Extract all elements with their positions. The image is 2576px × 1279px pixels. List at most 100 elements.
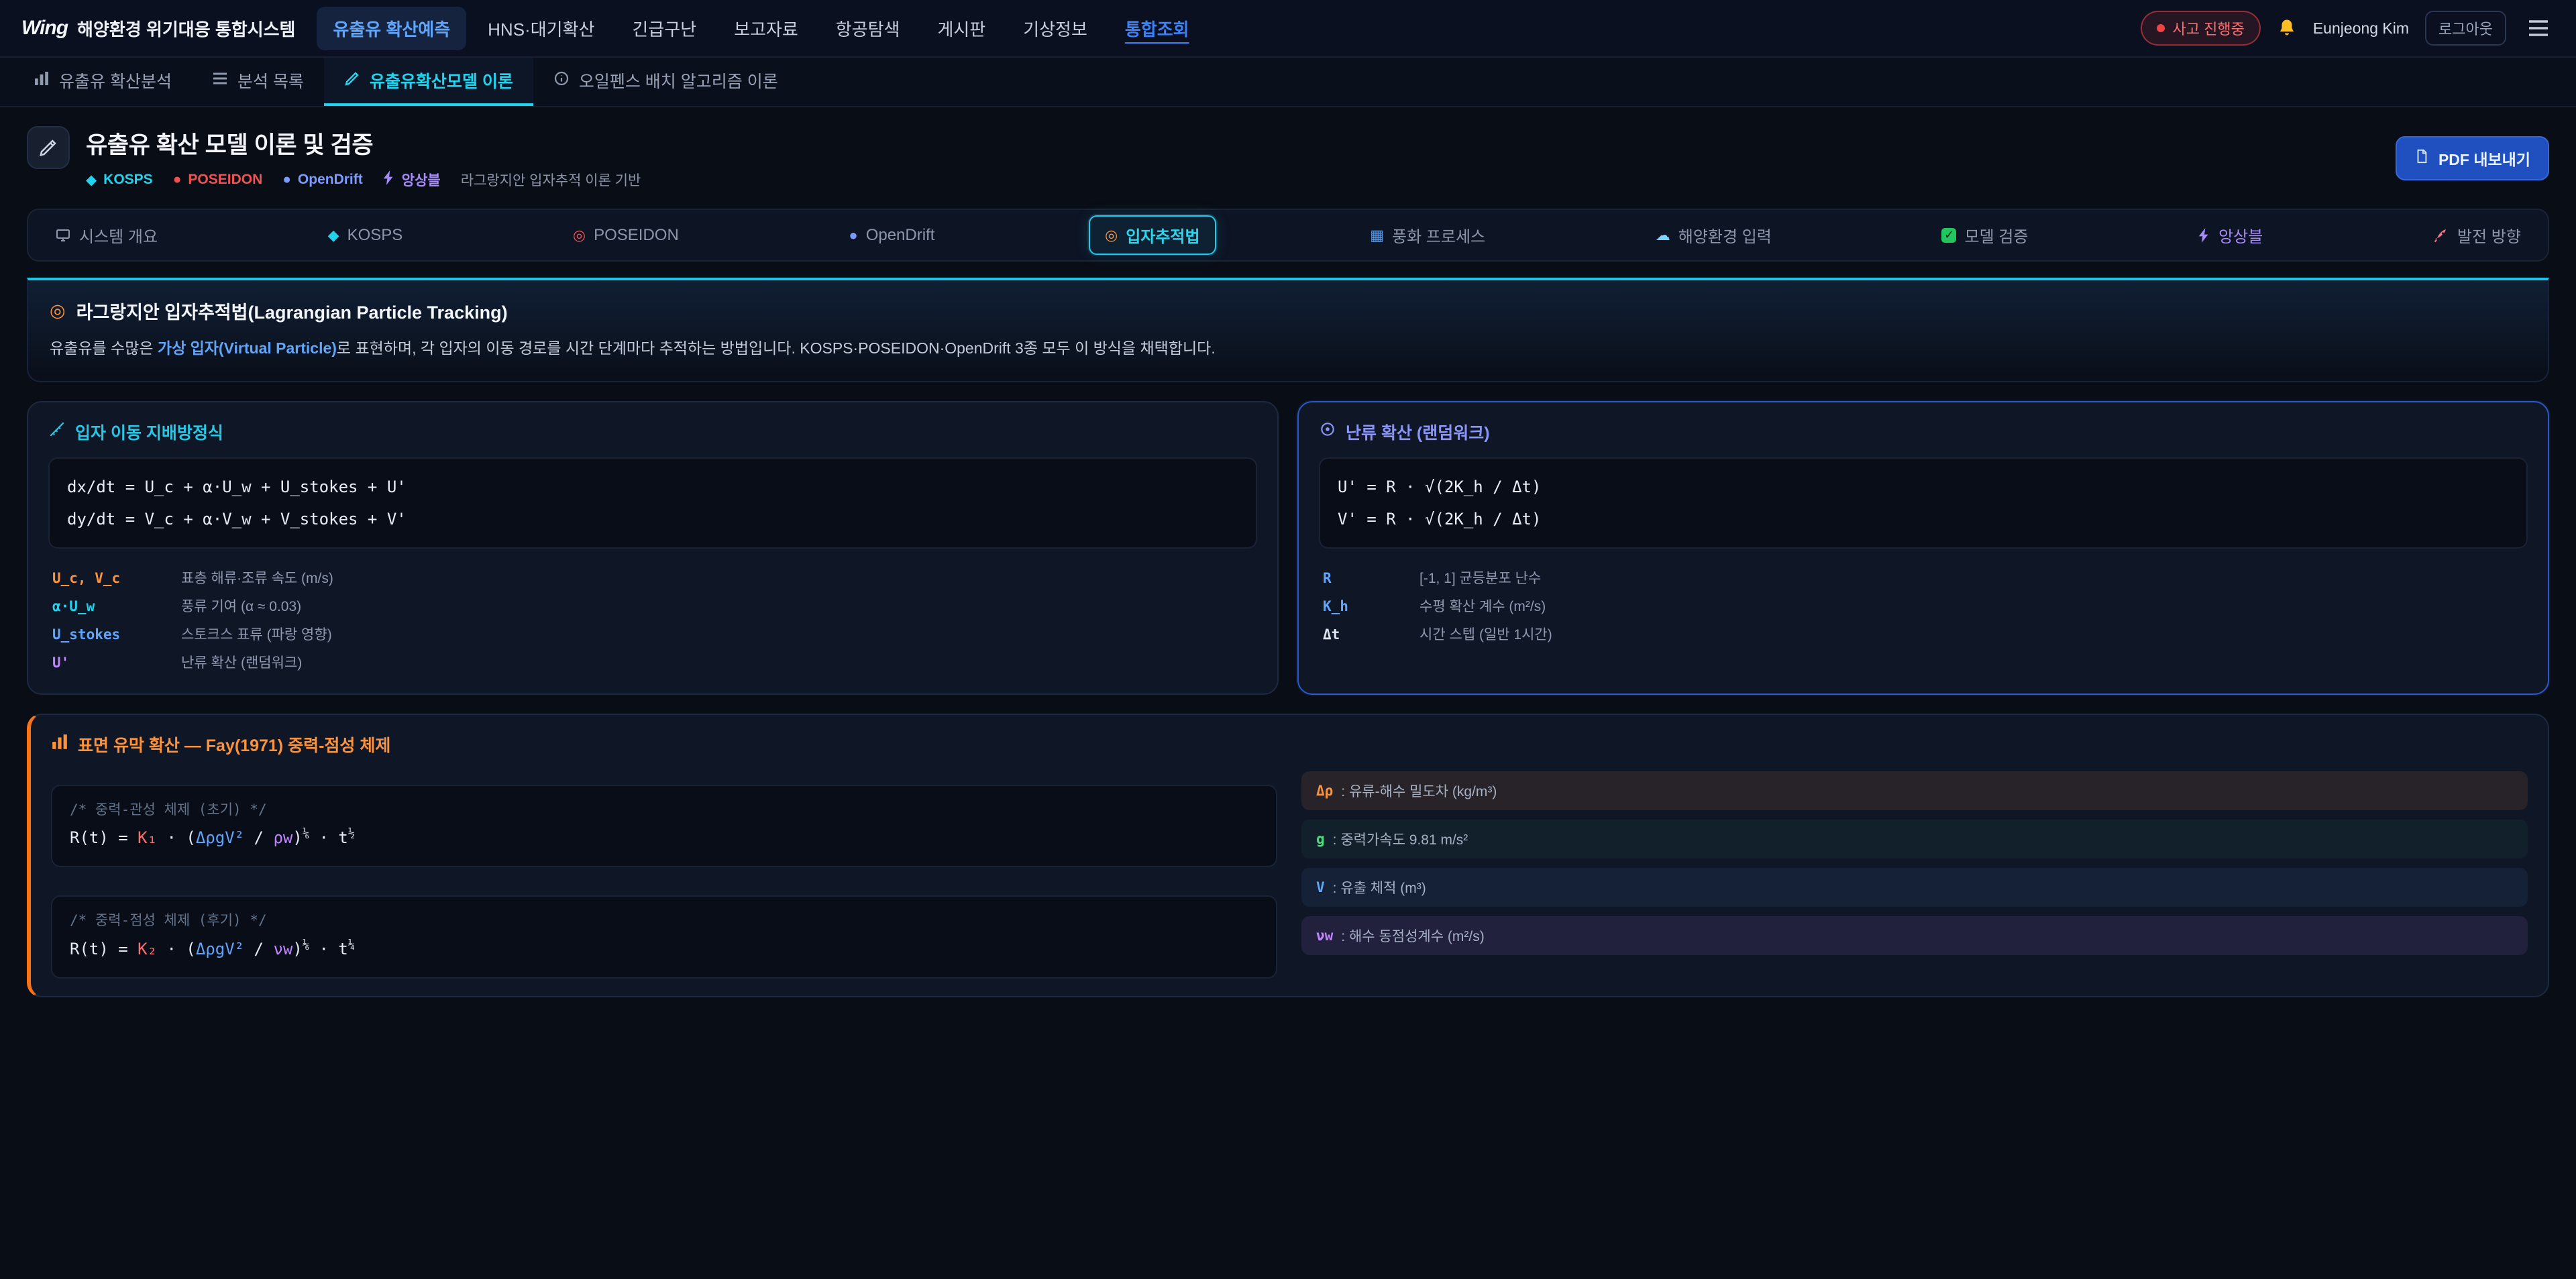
tab-spill-analysis[interactable]: 유출유 확산분석 (13, 58, 192, 106)
equation-line: V' = R · √(2K_h / Δt) (1338, 503, 2509, 535)
fay-params-column: Δρ : 유류-해수 밀도차 (kg/m³) g : 중력가속도 9.81 m/… (1301, 771, 2528, 979)
badge-label: KOSPS (103, 172, 153, 188)
section-tab-label: 모델 검증 (1964, 223, 2028, 247)
target-icon (1319, 421, 1336, 443)
chart-icon (34, 70, 50, 91)
blue-dot-icon: ● (849, 228, 857, 243)
nav-item-emergency-rescue[interactable]: 긴급구난 (616, 7, 712, 50)
page-header: 유출유 확산 모델 이론 및 검증 ◆ KOSPS ● POSEIDON ● O… (0, 107, 2576, 206)
legend-row: U_c, V_c 표층 해류·조류 속도 (m/s) (48, 563, 1257, 592)
legend-symbol: U_stokes (52, 626, 181, 643)
pdf-export-button[interactable]: PDF 내보내기 (2396, 136, 2549, 180)
notification-bell-icon[interactable] (2277, 18, 2297, 38)
turbulence-card: 난류 확산 (랜덤워크) U' = R · √(2K_h / Δt) V' = … (1297, 401, 2549, 695)
legend-row: K_h 수평 확산 계수 (m²/s) (1319, 592, 2528, 620)
page-title: 유출유 확산 모델 이론 및 검증 (86, 126, 641, 160)
tab-analysis-list[interactable]: 분석 목록 (192, 58, 324, 106)
section-tab-label: POSEIDON (594, 226, 679, 245)
param-desc: : 중력가속도 9.81 m/s² (1333, 829, 1468, 849)
turbulence-code-block: U' = R · √(2K_h / Δt) V' = R · √(2K_h / … (1319, 457, 2528, 549)
legend-row: α·U_w 풍류 기여 (α ≈ 0.03) (48, 592, 1257, 620)
legend-desc: [-1, 1] 균등분포 난수 (1419, 567, 1541, 588)
legend-symbol: R (1323, 570, 1419, 586)
section-tab-opendrift[interactable]: ● OpenDrift (833, 218, 951, 253)
section-tab-weathering[interactable]: ▦ 풍화 프로세스 (1354, 215, 1501, 255)
section-tab-particle-tracking[interactable]: ◎ 입자추적법 (1089, 215, 1216, 255)
app-title: 해양환경 위기대응 통합시스템 (77, 16, 295, 41)
incident-status-badge[interactable]: 사고 진행중 (2141, 11, 2261, 46)
section-tab-label: OpenDrift (866, 226, 935, 245)
governing-equation-card: 입자 이동 지배방정식 dx/dt = U_c + α·U_w + U_stok… (27, 401, 1279, 695)
bar-chart-icon (51, 733, 68, 755)
main-nav: 유출유 확산예측 HNS·대기확산 긴급구난 보고자료 항공탐색 게시판 기상정… (317, 7, 1205, 50)
nav-item-reports[interactable]: 보고자료 (718, 7, 814, 50)
legend-desc: 난류 확산 (랜덤워크) (181, 652, 302, 672)
param-symbol: g (1316, 831, 1325, 847)
param-symbol: νw (1316, 928, 1333, 944)
nav-item-spill-forecast[interactable]: 유출유 확산예측 (317, 7, 466, 50)
legend-desc: 풍류 기여 (α ≈ 0.03) (181, 596, 301, 616)
fay-formula-column: /* 중력-관성 체제 (초기) */ R(t) = K₁ · (ΔρgV² /… (51, 771, 1277, 979)
card-title-text: 표면 유막 확산 — Fay(1971) 중력-점성 체제 (78, 732, 390, 757)
legend-desc: 표층 해류·조류 속도 (m/s) (181, 567, 333, 588)
card-title: 입자 이동 지배방정식 (48, 420, 1257, 444)
card-title: 표면 유막 확산 — Fay(1971) 중력-점성 체제 (51, 732, 2528, 757)
legend-row: U' 난류 확산 (랜덤워크) (48, 648, 1257, 676)
logout-button[interactable]: 로그아웃 (2425, 11, 2506, 46)
section-tab-overview[interactable]: 시스템 개요 (39, 215, 174, 255)
legend-symbol: α·U_w (52, 598, 181, 614)
incident-status-label: 사고 진행중 (2173, 17, 2245, 39)
page-title-block: 유출유 확산 모델 이론 및 검증 ◆ KOSPS ● POSEIDON ● O… (86, 126, 641, 190)
param-desc: : 유출 체적 (m³) (1333, 877, 1426, 897)
intro-highlight: 가상 입자(Virtual Particle) (158, 339, 337, 357)
section-tab-ensemble[interactable]: 앙상블 (2182, 215, 2279, 255)
intro-text: 유출유를 수많은 (50, 339, 158, 357)
section-tab-bar: 시스템 개요 ◆ KOSPS ◎ POSEIDON ● OpenDrift ◎ … (27, 209, 2549, 262)
app-logo[interactable]: Wing 해양환경 위기대응 통합시스템 (21, 16, 295, 41)
cloud-icon: ☁ (1656, 228, 1670, 243)
fay-formula-block-initial: /* 중력-관성 체제 (초기) */ R(t) = K₁ · (ΔρgV² /… (51, 785, 1277, 868)
badge-label: 앙상블 (402, 170, 441, 190)
rocket-icon (2433, 227, 2449, 243)
page: Wing 해양환경 위기대응 통합시스템 유출유 확산예측 HNS·대기확산 긴… (0, 0, 2576, 1278)
tab-oilfence-algorithm-theory[interactable]: 오일펜스 배치 알고리즘 이론 (533, 58, 798, 106)
tab-label: 유출유확산모델 이론 (370, 68, 513, 93)
ruler-icon (48, 421, 66, 443)
grid-icon: ▦ (1370, 228, 1384, 243)
orange-target-icon: ◎ (50, 300, 66, 321)
intro-title: ◎ 라그랑지안 입자추적법(Lagrangian Particle Tracki… (50, 298, 2526, 324)
governing-legend: U_c, V_c 표층 해류·조류 속도 (m/s) α·U_w 풍류 기여 (… (48, 563, 1257, 676)
param-desc: : 유류-해수 밀도차 (kg/m³) (1341, 781, 1497, 801)
param-desc: : 해수 동점성계수 (m²/s) (1341, 926, 1484, 946)
intro-title-text: 라그랑지안 입자추적법(Lagrangian Particle Tracking… (76, 298, 508, 324)
topnav-right: 사고 진행중 Eunjeong Kim 로그아웃 (2141, 11, 2555, 46)
nav-item-aerial-search[interactable]: 항공탐색 (820, 7, 916, 50)
tab-diffusion-model-theory[interactable]: 유출유확산모델 이론 (324, 58, 533, 106)
section-tab-poseidon[interactable]: ◎ POSEIDON (557, 218, 695, 253)
legend-row: R [-1, 1] 균등분포 난수 (1319, 563, 2528, 592)
nav-item-board[interactable]: 게시판 (921, 7, 1002, 50)
badge-label: OpenDrift (298, 172, 363, 188)
section-tab-label: 입자추적법 (1126, 223, 1199, 247)
legend-desc: 시간 스텝 (일반 1시간) (1419, 624, 1552, 644)
nav-item-hns-dispersion[interactable]: HNS·대기확산 (472, 7, 610, 50)
param-symbol: V (1316, 879, 1325, 895)
legend-symbol: K_h (1323, 598, 1419, 614)
section-tab-kosps[interactable]: ◆ KOSPS (312, 218, 419, 253)
section-tab-ocean-input[interactable]: ☁ 해양환경 입력 (1640, 215, 1788, 255)
pdf-export-label: PDF 내보내기 (2438, 147, 2530, 170)
nav-item-integrated-search[interactable]: 통합조회 (1109, 7, 1205, 50)
section-tab-label: 발전 방향 (2457, 223, 2521, 247)
nav-item-weather-info[interactable]: 기상정보 (1007, 7, 1104, 50)
menu-hamburger-icon[interactable] (2522, 13, 2555, 43)
lightning-icon (383, 170, 395, 189)
legend-desc: 수평 확산 계수 (m²/s) (1419, 596, 1546, 616)
tab-label: 유출유 확산분석 (59, 68, 172, 93)
section-tab-roadmap[interactable]: 발전 방향 (2417, 215, 2537, 255)
fay-content-grid: /* 중력-관성 체제 (초기) */ R(t) = K₁ · (ΔρgV² /… (51, 771, 2528, 979)
legend-desc: 스토크스 표류 (파랑 영향) (181, 624, 332, 644)
red-target-icon: ◎ (573, 228, 586, 243)
info-icon (553, 70, 570, 91)
section-tab-validation[interactable]: ✓ 모델 검증 (1925, 215, 2044, 255)
badge-kosps: ◆ KOSPS (86, 172, 153, 188)
